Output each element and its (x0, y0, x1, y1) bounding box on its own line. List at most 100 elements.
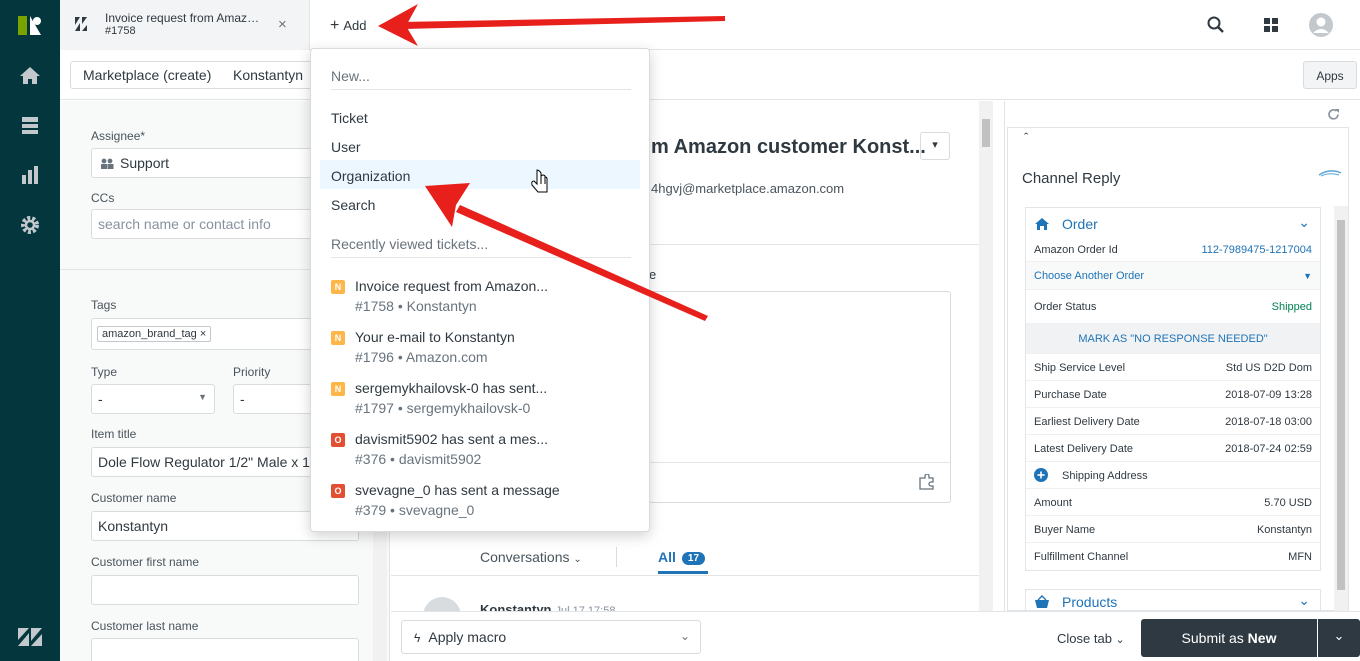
menu-item-ticket[interactable]: Ticket (331, 110, 368, 126)
order-id-link[interactable]: 112-7989475-1217004 (1201, 244, 1312, 256)
recent-ticket-title[interactable]: Your e-mail to Konstantyn (355, 329, 515, 345)
app-extension-icon[interactable] (918, 474, 936, 490)
choose-order-select[interactable]: Choose Another Order ▼ (1026, 262, 1320, 290)
recent-ticket-meta: #376 • davismit5902 (355, 451, 482, 467)
product-tray-icon[interactable] (1261, 15, 1281, 35)
apply-macro-select[interactable]: ϟ Apply macro ⌄ (401, 620, 701, 654)
chevron-down-icon: ▼ (1303, 271, 1312, 281)
close-icon[interactable]: × (278, 16, 287, 33)
scrollbar-thumb[interactable] (982, 119, 990, 147)
scrollbar-thumb[interactable] (1337, 220, 1345, 590)
views-icon[interactable] (19, 114, 41, 136)
recently-viewed-header: Recently viewed tickets... (331, 236, 489, 252)
tab-conversations[interactable]: Conversations ⌄ (480, 549, 582, 565)
detail-label: Buyer Name (1034, 524, 1096, 536)
order-heading: Order (1062, 216, 1098, 232)
mark-no-response-button[interactable]: MARK AS "NO RESPONSE NEEDED" (1026, 324, 1320, 354)
menu-new-header: New... (331, 68, 370, 84)
basket-icon (1035, 595, 1049, 608)
type-select[interactable]: - ▼ (91, 384, 215, 414)
collapse-icon[interactable]: ˆ (1024, 130, 1028, 145)
search-icon[interactable] (1206, 15, 1226, 35)
tag-remove-icon[interactable]: × (200, 328, 206, 340)
submit-button[interactable]: Submit as New (1141, 619, 1317, 657)
ticket-footer: ϟ Apply macro ⌄ Close tab ⌄ Submit as New… (391, 611, 1360, 661)
order-status-row: Order Status Shipped (1026, 290, 1320, 324)
menu-item-user[interactable]: User (331, 139, 361, 155)
reply-editor[interactable] (649, 291, 951, 503)
avatar[interactable] (1308, 12, 1334, 38)
menu-separator (331, 89, 631, 90)
conversation-scrollbar[interactable] (979, 101, 993, 611)
refresh-icon[interactable] (1327, 108, 1340, 121)
home-icon[interactable] (19, 64, 41, 86)
zendesk-support-logo[interactable] (15, 12, 45, 38)
submit-prefix: Submit as (1181, 630, 1244, 646)
close-tab-select[interactable]: Close tab ⌄ (1057, 631, 1125, 646)
apps-button[interactable]: Apps (1303, 61, 1357, 89)
chevron-down-icon: ⌄ (1115, 634, 1125, 646)
detail-value: Konstantyn (1256, 524, 1312, 536)
products-header[interactable]: Products ⌄ (1025, 589, 1321, 611)
app-scrollbar[interactable] (1334, 206, 1348, 612)
tag-chip: amazon_brand_tag × (97, 326, 212, 342)
tab-all[interactable]: All 17 (658, 549, 706, 565)
all-count-badge: 17 (681, 552, 706, 565)
menu-item-search[interactable]: Search (331, 197, 375, 213)
reply-label: e (649, 267, 657, 282)
detail-value: MFN (1288, 551, 1312, 563)
detail-label: Amount (1034, 497, 1072, 509)
recent-ticket-title[interactable]: Invoice request from Amazon... (355, 278, 548, 294)
submit-status: New (1247, 630, 1277, 646)
customer-last-name-field[interactable] (91, 638, 359, 661)
open-status-badge: O (331, 433, 345, 447)
add-menu: New... Ticket User Organization Search R… (310, 48, 650, 532)
breadcrumb-brand[interactable]: Marketplace (create) (70, 61, 225, 89)
type-value: - (98, 391, 103, 407)
recent-ticket-title[interactable]: sergemykhailovsk-0 has sent... (355, 380, 547, 396)
submit-options-button[interactable]: ⌄ (1318, 619, 1360, 657)
header-divider (651, 244, 981, 245)
tab-title: Invoice request from Amazon... (105, 11, 265, 25)
recent-ticket-title[interactable]: davismit5902 has sent a mes... (355, 431, 548, 447)
shipping-address-toggle[interactable]: Shipping Address (1026, 462, 1320, 489)
detail-row: Latest Delivery Date 2018-07-24 02:59 (1026, 435, 1320, 462)
close-tab-label: Close tab (1057, 631, 1112, 646)
order-header[interactable]: Order ⌄ (1026, 208, 1320, 240)
recent-ticket-meta: #1796 • Amazon.com (355, 349, 488, 365)
tag-text: amazon_brand_tag (102, 328, 197, 340)
plus-circle-icon (1034, 468, 1048, 482)
reporting-icon[interactable] (19, 164, 41, 186)
shipping-address-label: Shipping Address (1062, 470, 1148, 482)
recent-ticket-meta: #379 • svevagne_0 (355, 502, 475, 518)
choose-order-label: Choose Another Order (1034, 270, 1145, 282)
menu-separator (331, 257, 631, 258)
recent-ticket-title[interactable]: svevagne_0 has sent a message (355, 482, 560, 498)
detail-label: Latest Delivery Date (1034, 443, 1134, 455)
chevron-down-icon[interactable]: ▾ (920, 132, 950, 160)
order-card: Order ⌄ Amazon Order Id 112-7989475-12170… (1025, 207, 1321, 571)
detail-label: Purchase Date (1034, 389, 1107, 401)
detail-row: Purchase Date 2018-07-09 13:28 (1026, 381, 1320, 408)
menu-item-organization[interactable]: Organization (331, 168, 410, 184)
chevron-down-icon: ⌄ (679, 629, 690, 643)
add-button-label: Add (343, 18, 367, 33)
detail-row: Buyer Name Konstantyn (1026, 516, 1320, 543)
chevron-down-icon: ⌄ (573, 554, 582, 565)
zendesk-logo[interactable] (16, 626, 44, 648)
tab-all-label: All (658, 549, 676, 565)
detail-label: Fulfillment Channel (1034, 551, 1129, 563)
recent-ticket-meta: #1758 • Konstantyn (355, 298, 477, 314)
add-button[interactable]: + Add (330, 17, 366, 35)
ticket-tab[interactable]: Invoice request from Amazon... #1758 × (60, 0, 310, 50)
apps-panel: ˆ Channel Reply Order ⌄ Amazon Order Id 1… (1004, 101, 1352, 612)
breadcrumb-requester[interactable]: Konstantyn (221, 61, 311, 89)
order-status-value: Shipped (1271, 301, 1312, 313)
ticket-subject[interactable]: m Amazon customer Konst... (651, 136, 926, 159)
recent-ticket-meta: #1797 • sergemykhailovsk-0 (355, 400, 531, 416)
detail-value: 5.70 USD (1264, 497, 1312, 509)
chevron-down-icon[interactable]: ⌄ (1298, 214, 1310, 231)
gear-icon[interactable] (19, 214, 41, 236)
home-icon (1035, 218, 1049, 230)
customer-first-name-field[interactable] (91, 575, 359, 605)
